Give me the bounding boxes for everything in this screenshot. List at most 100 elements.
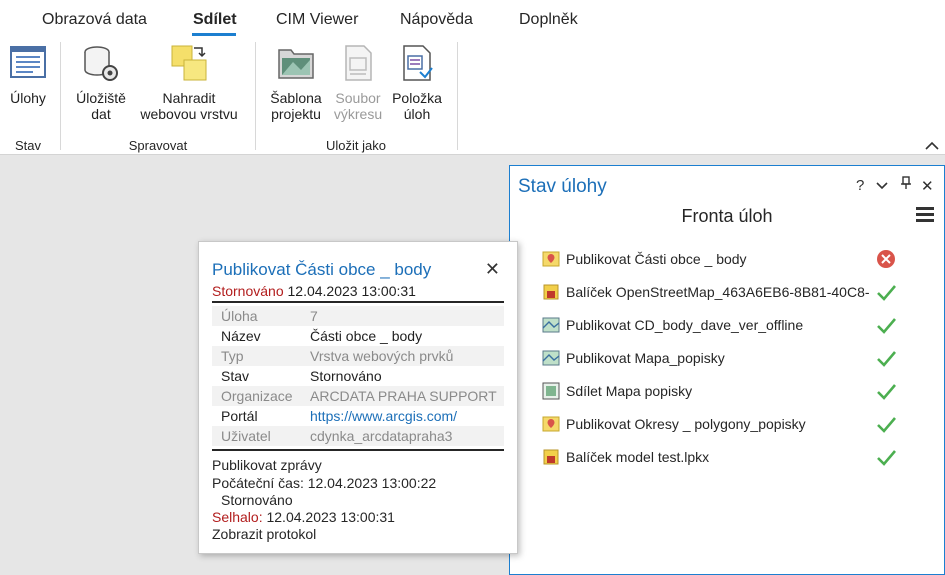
task-item-button[interactable]: Položka úloh [388, 42, 446, 122]
job-name: Publikovat Části obce _ body [566, 251, 747, 267]
popup-status-line: Stornováno 12.04.2023 13:00:31 [212, 283, 416, 299]
pane-title: Stav úlohy [518, 176, 607, 197]
replace-web-layer-label-2: webovou vrstvu [140, 106, 238, 122]
detail-value: Části obce _ body [310, 328, 423, 344]
drawing-file-label-2: výkresu [333, 106, 383, 122]
job-detail-popup: Publikovat Části obce _ body ✕ Stornován… [198, 241, 518, 554]
error-icon [877, 250, 895, 268]
pin-icon[interactable] [900, 176, 912, 194]
detail-key: Portál [221, 408, 258, 424]
popup-title: Publikovat Části obce _ body [212, 260, 432, 279]
job-name: Publikovat Mapa_popisky [566, 350, 725, 366]
queue-title: Fronta úloh [681, 206, 773, 226]
map-icon [542, 317, 560, 333]
publish-feature-icon [542, 251, 560, 267]
detail-row-user: Uživatel cdynka_arcdatapraha3 [212, 426, 504, 446]
success-check-icon [877, 351, 896, 367]
portal-link[interactable]: https://www.arcgis.com/ [310, 408, 457, 424]
project-template-button[interactable]: Šablona projektu [265, 42, 327, 122]
tab-help[interactable]: Nápověda [400, 11, 473, 29]
jobs-button[interactable]: Úlohy [4, 42, 52, 106]
status-text: Stornováno [212, 283, 284, 299]
detail-row-portal: Portál https://www.arcgis.com/ [212, 406, 504, 426]
job-list-item[interactable]: Balíček model test.lpkx [542, 446, 932, 468]
detail-key: Organizace [221, 388, 293, 404]
message-cancelled: Stornováno [221, 492, 293, 508]
messages-title: Publikovat zprávy [212, 457, 322, 473]
view-log-link[interactable]: Zobrazit protokol [212, 526, 316, 542]
close-pane-icon[interactable]: ✕ [921, 177, 934, 195]
divider [212, 301, 504, 303]
project-template-label-1: Šablona [270, 90, 322, 106]
detail-row-organization: Organizace ARCDATA PRAHA SUPPORT [212, 386, 504, 406]
help-icon[interactable]: ? [856, 177, 864, 194]
group-separator [60, 42, 61, 150]
message-start-line: Počáteční čas: 12.04.2023 13:00:22 [212, 475, 436, 491]
active-tab-indicator [192, 33, 236, 36]
detail-row-job: Úloha 7 [212, 306, 504, 326]
datastores-label-2: dat [91, 106, 111, 122]
detail-value: cdynka_arcdatapraha3 [310, 428, 453, 444]
job-name: Publikovat Okresy _ polygony_popisky [566, 416, 806, 432]
project-template-icon [278, 49, 314, 79]
drawing-file-icon [345, 45, 372, 81]
detail-key: Uživatel [221, 428, 271, 444]
group-label-save-as: Uložit jako [326, 138, 386, 153]
replace-web-layer-label-1: Nahradit [162, 90, 216, 106]
detail-key: Typ [221, 348, 244, 364]
detail-row-status: Stav Stornováno [212, 366, 504, 386]
status-datetime: 12.04.2023 13:00:31 [287, 283, 416, 299]
detail-value: Vrstva webových prvků [310, 348, 454, 364]
tab-cim-viewer[interactable]: CIM Viewer [276, 11, 358, 29]
task-list-icon [10, 46, 46, 78]
group-label-status: Stav [14, 138, 41, 153]
job-list-item[interactable]: Publikovat Části obce _ body [542, 248, 932, 270]
start-label: Počáteční čas: [212, 475, 304, 491]
job-status-pane: Stav úlohy ? ✕ Fronta úloh Publikovat Čá… [509, 165, 945, 575]
drawing-file-label-1: Soubor [335, 90, 381, 106]
datastores-button[interactable]: Úložiště dat [70, 42, 132, 122]
job-name: Publikovat CD_body_dave_ver_offline [566, 317, 804, 333]
tab-addin[interactable]: Doplněk [519, 11, 578, 29]
hamburger-menu-icon[interactable] [916, 207, 934, 225]
detail-key: Název [221, 328, 261, 344]
detail-row-name: Název Části obce _ body [212, 326, 504, 346]
detail-key: Stav [221, 368, 250, 384]
success-check-icon [877, 384, 896, 400]
failed-time: 12.04.2023 13:00:31 [266, 509, 395, 525]
job-name: Balíček model test.lpkx [566, 449, 710, 465]
drawing-file-button[interactable]: Soubor výkresu [329, 42, 387, 122]
job-name: Sdílet Mapa popisky [566, 383, 693, 399]
job-list-item[interactable]: Publikovat Okresy _ polygony_popisky [542, 413, 932, 435]
collapse-ribbon-icon[interactable] [925, 138, 939, 154]
group-separator [457, 42, 458, 150]
job-list-item[interactable]: Publikovat CD_body_dave_ver_offline [542, 314, 932, 336]
group-label-manage: Spravovat [128, 138, 188, 153]
map-icon [542, 350, 560, 366]
replace-web-layer-icon [171, 45, 207, 81]
datastore-gear-icon [84, 46, 118, 81]
tab-share[interactable]: Sdílet [193, 11, 237, 29]
close-popup-icon[interactable]: ✕ [485, 259, 500, 280]
datastores-label-1: Úložiště [76, 90, 126, 106]
job-list-item[interactable]: Publikovat Mapa_popisky [542, 347, 932, 369]
tab-imagery[interactable]: Obrazová data [42, 11, 147, 29]
ribbon: Úlohy Úložiště dat Nahradit webovou vrst… [0, 38, 945, 155]
message-failed-line: Selhalo: 12.04.2023 13:00:31 [212, 509, 395, 525]
replace-web-layer-button[interactable]: Nahradit webovou vrstvu [134, 42, 244, 122]
task-item-label-1: Položka [392, 90, 442, 106]
share-map-icon [542, 382, 560, 400]
job-list-item[interactable]: Sdílet Mapa popisky [542, 380, 932, 402]
publish-feature-icon [542, 416, 560, 432]
jobs-button-label: Úlohy [10, 90, 46, 106]
package-icon [543, 284, 559, 300]
ribbon-tab-bar: Obrazová data Sdílet CIM Viewer Nápověda… [0, 0, 945, 38]
detail-value: 7 [310, 308, 318, 324]
success-check-icon [877, 318, 896, 334]
job-name: Balíček OpenStreetMap_463A6EB6-8B81-40C8… [566, 284, 870, 300]
start-time: 12.04.2023 13:00:22 [307, 475, 437, 491]
detail-key: Úloha [221, 308, 258, 324]
job-list-item[interactable]: Balíček OpenStreetMap_463A6EB6-8B81-40C8… [542, 281, 932, 303]
pane-menu-chevron-icon[interactable] [876, 178, 888, 195]
project-template-label-2: projektu [271, 106, 321, 122]
